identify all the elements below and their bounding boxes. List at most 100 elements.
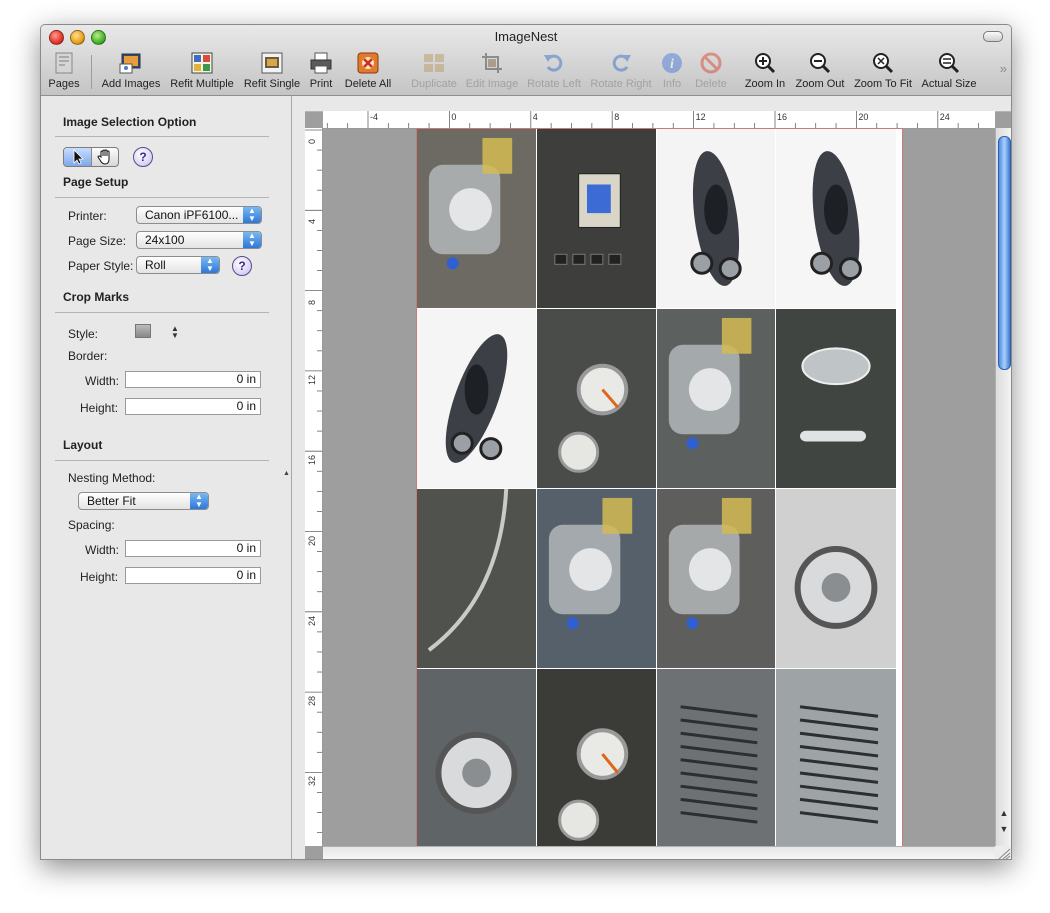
- selection-tool-segmented-control[interactable]: [63, 147, 119, 167]
- toolbar-info-label: Info: [662, 78, 682, 90]
- toolbar-zoom-out-label: Zoom Out: [795, 78, 845, 90]
- delete-icon: [698, 51, 724, 75]
- info-icon: i: [659, 51, 685, 75]
- scroll-down-arrow-icon[interactable]: ▼: [996, 824, 1011, 834]
- nesting-method-select-value: Better Fit: [87, 494, 136, 508]
- spacing-width-field[interactable]: 0 in: [125, 540, 261, 557]
- hood-vent-photo[interactable]: [776, 669, 896, 858]
- toolbar-delete-all-button[interactable]: Delete All: [341, 51, 395, 91]
- spacing-height-field[interactable]: 0 in: [125, 567, 261, 584]
- page-size-select[interactable]: 24x100 ▲ ▼: [136, 231, 262, 249]
- printer-label: Printer:: [68, 209, 107, 223]
- image-selection-help-button[interactable]: ?: [133, 147, 153, 167]
- arrow-cursor-icon: [73, 149, 84, 165]
- toolbar-rotate-left-button[interactable]: Rotate Left: [526, 51, 582, 91]
- crop-marks-title: Crop Marks: [63, 290, 130, 304]
- window-title: ImageNest: [494, 29, 558, 44]
- crop-icon: [479, 51, 505, 75]
- crop-width-label: Width:: [85, 374, 120, 388]
- refit-single-icon: [259, 51, 285, 75]
- crop-height-label: Height:: [80, 401, 119, 415]
- pressure-gauge-photo[interactable]: [537, 669, 656, 858]
- section-divider: [55, 312, 269, 313]
- ruler-ticks: [326, 111, 979, 128]
- scroll-up-arrow-icon[interactable]: ▲: [996, 808, 1011, 818]
- window-resize-grip-icon[interactable]: [995, 846, 1011, 859]
- toolbar-refit-multiple-label: Refit Multiple: [170, 78, 234, 90]
- hand-tool-button[interactable]: [91, 148, 119, 166]
- page-size-label: Page Size:: [68, 234, 127, 248]
- toolbar-pages-label: Pages: [48, 78, 80, 90]
- printer-select-value: Canon iPF6100...: [145, 208, 239, 222]
- ruler-ticks: [305, 129, 322, 834]
- horizontal-scrollbar[interactable]: [323, 846, 995, 859]
- vertical-scrollbar[interactable]: ▲ ▼: [995, 128, 1011, 846]
- toolbar-add-images-button[interactable]: Add Images: [99, 51, 163, 91]
- toolbar-refit-single-label: Refit Single: [243, 78, 301, 90]
- toolbar-refit-single-button[interactable]: Refit Single: [243, 51, 301, 91]
- wheel-closeup-photo[interactable]: [417, 669, 536, 858]
- nesting-method-select[interactable]: Better Fit ▲ ▼: [78, 492, 209, 510]
- duplicate-icon: [421, 51, 447, 75]
- engine-bay-chrome-photo[interactable]: [657, 309, 775, 488]
- front-wheel-photo[interactable]: [776, 489, 896, 668]
- nesting-method-label: Nesting Method:: [68, 471, 156, 485]
- car-side-angle-photo[interactable]: [417, 309, 536, 488]
- toolbar-zoom-in-label: Zoom In: [744, 78, 786, 90]
- toolbar-zoom-in-button[interactable]: Zoom In: [743, 51, 787, 91]
- section-divider: [55, 136, 269, 137]
- car-top-view-photo-1[interactable]: [657, 129, 775, 308]
- engine-compressor-photo[interactable]: [537, 489, 656, 668]
- crop-style-swatch[interactable]: [135, 324, 151, 338]
- turbo-piping-photo[interactable]: [657, 489, 775, 668]
- horizontal-ruler: -40481216202428: [323, 111, 995, 129]
- title-bar: ImageNest Pages Add Images Refit Multipl…: [41, 25, 1011, 96]
- sidebar-resize-caret-icon: ▲: [283, 470, 290, 477]
- popup-arrows-icon: ▲ ▼: [190, 493, 208, 509]
- toolbar-duplicate-label: Duplicate: [411, 78, 457, 90]
- toolbar-zoom-out-button[interactable]: Zoom Out: [793, 51, 847, 91]
- toolbar-delete-all-label: Delete All: [344, 78, 392, 90]
- print-page[interactable]: [417, 129, 902, 859]
- toolbar-print-label: Print: [309, 78, 333, 90]
- toolbar-pages-button[interactable]: Pages: [45, 51, 83, 91]
- crop-height-field[interactable]: 0 in: [125, 398, 261, 415]
- arrow-tool-button[interactable]: [64, 148, 91, 166]
- toolbar-actual-size-button[interactable]: Actual Size: [919, 51, 979, 91]
- car-top-view-photo-2[interactable]: [776, 129, 896, 308]
- toolbar-rotate-right-button[interactable]: Rotate Right: [589, 51, 653, 91]
- toolbar-rotate-left-label: Rotate Left: [527, 78, 581, 90]
- spacing-label: Spacing:: [68, 518, 115, 532]
- body-curve-detail-photo[interactable]: [417, 489, 536, 668]
- crop-style-label: Style:: [68, 327, 99, 341]
- canvas-left-gutter: [292, 111, 305, 859]
- toolbar-info-button[interactable]: i Info: [657, 51, 687, 91]
- toolbar-print-button[interactable]: Print: [305, 51, 337, 91]
- toolbar-toggle-button[interactable]: [983, 31, 1003, 42]
- vertical-scroll-thumb[interactable]: [998, 136, 1011, 370]
- toolbar-delete-button[interactable]: Delete: [693, 51, 729, 91]
- crop-width-field[interactable]: 0 in: [125, 371, 261, 388]
- toolbar-zoom-to-fit-button[interactable]: Zoom To Fit: [851, 51, 915, 91]
- control-switch-panel-photo[interactable]: [537, 129, 656, 308]
- gauge-cluster-photo[interactable]: [537, 309, 656, 488]
- popup-arrows-icon: ▲ ▼: [201, 257, 219, 273]
- spacing-height-label: Height:: [80, 570, 119, 584]
- paper-style-select[interactable]: Roll ▲ ▼: [136, 256, 220, 274]
- toolbar-overflow-icon[interactable]: »: [1000, 61, 1007, 76]
- front-grille-photo[interactable]: [657, 669, 775, 858]
- layout-canvas-area: -40481216202428 048121620242832 ▲ ▼: [292, 96, 1011, 859]
- spacing-width-label: Width:: [85, 543, 120, 557]
- svg-text:i: i: [670, 57, 674, 72]
- ruler-header-strip: [292, 96, 1011, 112]
- engine-intake-photo[interactable]: [417, 129, 536, 308]
- door-handle-photo[interactable]: [776, 309, 896, 488]
- paper-style-label: Paper Style:: [68, 259, 134, 273]
- page-setup-help-button[interactable]: ?: [232, 256, 252, 276]
- popup-arrows-icon: ▲ ▼: [243, 207, 261, 223]
- crop-style-stepper-icon[interactable]: ▲ ▼: [171, 325, 179, 340]
- toolbar-duplicate-button[interactable]: Duplicate: [407, 51, 461, 91]
- toolbar-refit-multiple-button[interactable]: Refit Multiple: [167, 51, 237, 91]
- toolbar-edit-image-button[interactable]: Edit Image: [464, 51, 520, 91]
- printer-select[interactable]: Canon iPF6100... ▲ ▼: [136, 206, 262, 224]
